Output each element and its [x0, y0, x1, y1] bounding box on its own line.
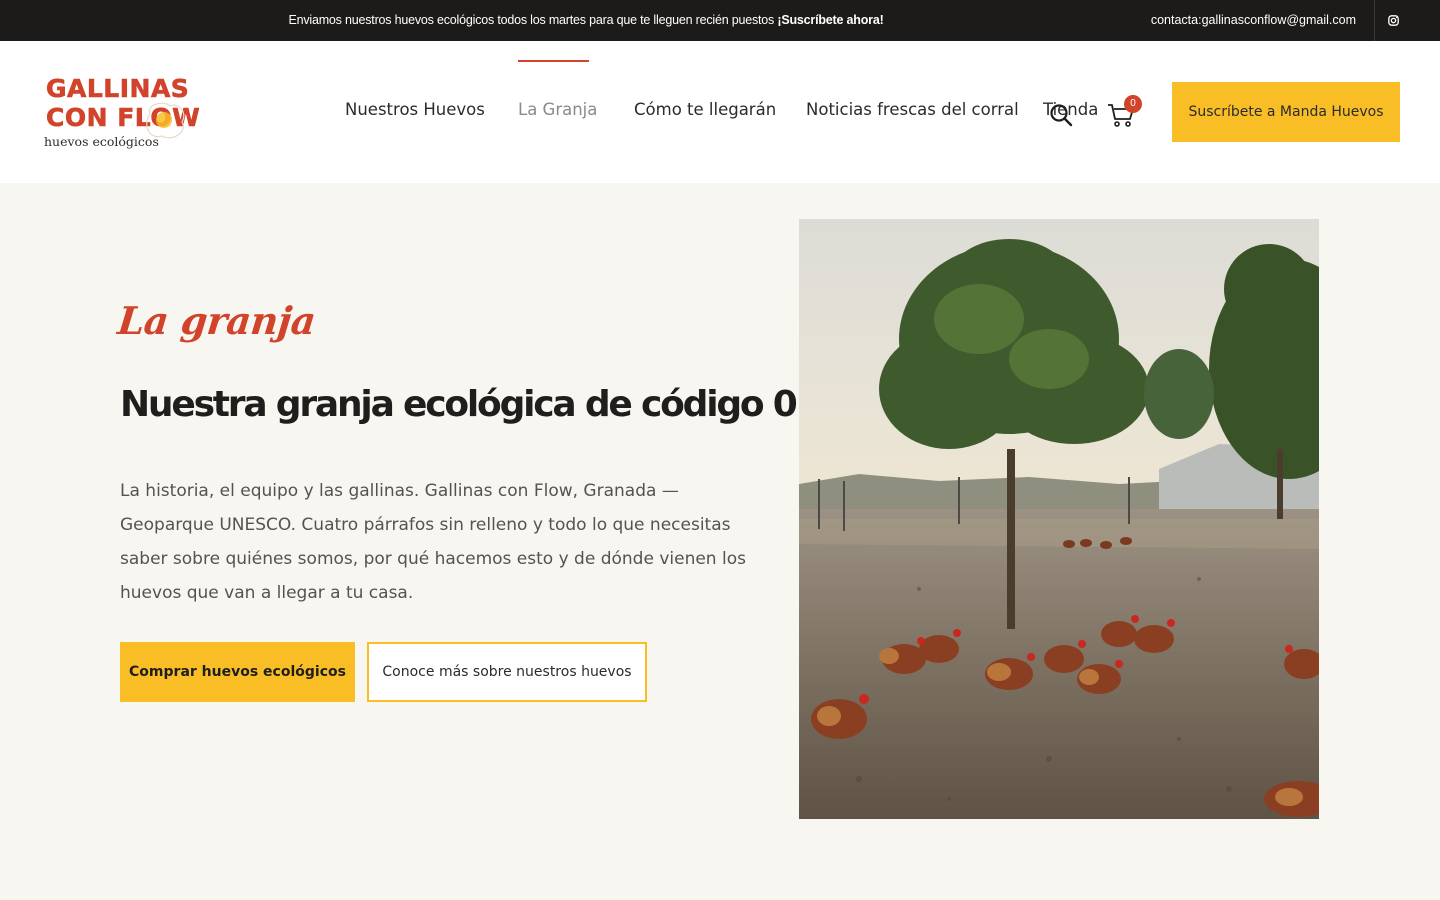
learn-more-button[interactable]: Conoce más sobre nuestros huevos — [367, 642, 647, 702]
search-icon[interactable] — [1048, 102, 1074, 128]
active-nav-indicator — [518, 60, 589, 62]
hero-description: La historia, el equipo y las gallinas. G… — [120, 481, 746, 603]
farm-chickens-image — [799, 219, 1319, 819]
promo-message: Enviamos nuestros huevos ecológicos todo… — [0, 0, 1172, 41]
nav-noticias[interactable]: Noticias frescas del corral — [806, 100, 1019, 119]
hero-kicker: La granja — [115, 298, 318, 343]
logo-tagline: huevos ecológicos — [44, 134, 159, 149]
cart-count-badge: 0 — [1124, 95, 1142, 113]
site-logo[interactable]: GALLINAS CON FLOW huevos ecológicos — [44, 72, 204, 152]
promo-text: Enviamos nuestros huevos ecológicos todo… — [288, 13, 778, 27]
nav-como-te-llegaran[interactable]: Cómo te llegarán — [634, 100, 776, 119]
logo-line-1: GALLINAS — [46, 74, 190, 104]
site-header: GALLINAS CON FLOW huevos ecológicos Nues… — [0, 41, 1440, 183]
buy-eggs-button[interactable]: Comprar huevos ecológicos — [120, 642, 355, 702]
nav-nuestros-huevos[interactable]: Nuestros Huevos — [345, 100, 485, 119]
instagram-icon[interactable] — [1386, 13, 1401, 28]
subscribe-now-link[interactable]: ¡Suscríbete ahora! — [777, 13, 883, 27]
contact-email-link[interactable]: contacta:gallinasconflow@gmail.com — [1151, 0, 1356, 41]
nav-la-granja[interactable]: La Granja — [518, 100, 597, 119]
page-title: Nuestra granja ecológica de código 0 — [120, 384, 798, 425]
topbar-divider — [1374, 0, 1375, 41]
announcement-bar: Enviamos nuestros huevos ecológicos todo… — [0, 0, 1440, 41]
subscribe-button[interactable]: Suscríbete a Manda Huevos — [1172, 82, 1400, 142]
